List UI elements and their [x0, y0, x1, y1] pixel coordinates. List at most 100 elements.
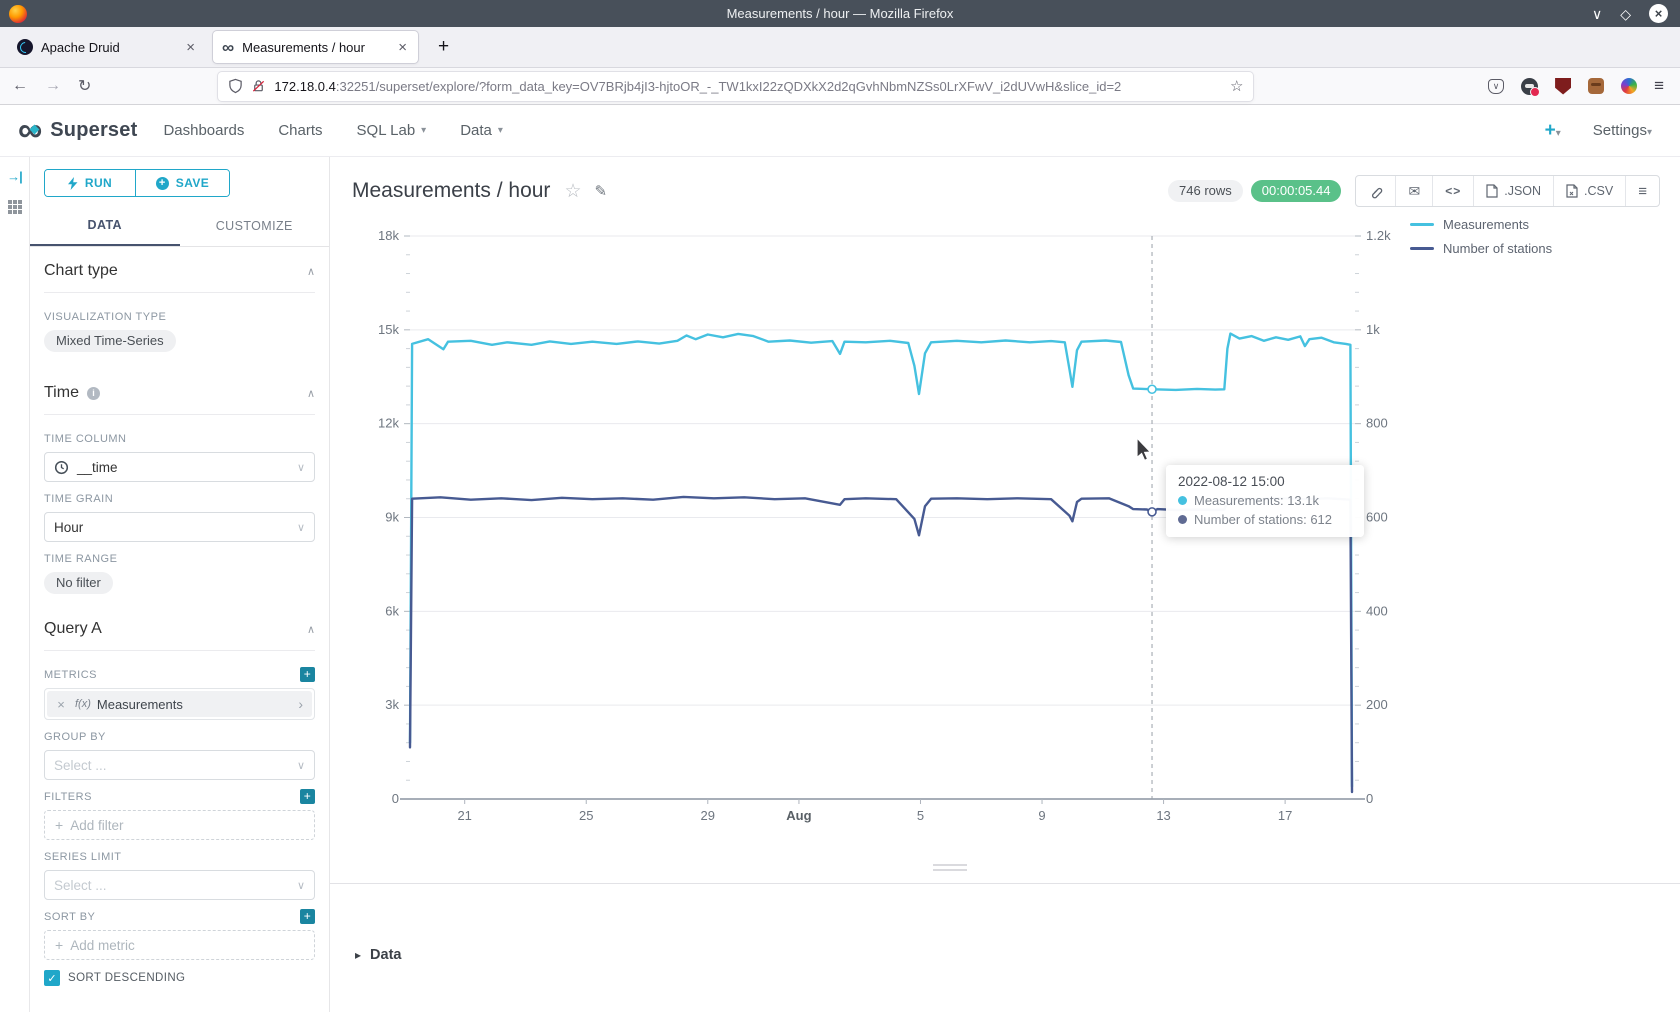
resize-drag-handle[interactable] — [933, 864, 967, 871]
copy-link-button[interactable] — [1356, 176, 1395, 206]
y-right-tick-label: 1.2k — [1366, 228, 1391, 243]
series-dot-icon — [1178, 515, 1187, 524]
chevron-down-icon: ∨ — [297, 879, 305, 892]
legend-item[interactable]: Number of stations — [1410, 241, 1552, 256]
x-tick-label: 17 — [1278, 808, 1292, 823]
run-button[interactable]: RUN — [45, 170, 136, 196]
legend-swatch-icon — [1410, 223, 1434, 226]
nav-dashboards[interactable]: Dashboards — [163, 122, 244, 139]
save-button[interactable]: + SAVE — [136, 170, 229, 196]
new-tab-button[interactable]: + — [432, 36, 455, 58]
chart-menu-button[interactable]: ≡ — [1625, 176, 1659, 206]
chart-tooltip: 2022-08-12 15:00 Measurements: 13.1kNumb… — [1166, 465, 1364, 537]
tab-customize[interactable]: CUSTOMIZE — [180, 205, 330, 246]
x-tick-label: 29 — [701, 808, 715, 823]
back-button[interactable]: ← — [12, 77, 28, 95]
time-column-select[interactable]: __time ∨ — [44, 452, 315, 482]
series-line-1 — [410, 497, 1352, 792]
group-by-select[interactable]: Select ... ∨ — [44, 750, 315, 780]
bolt-icon — [68, 177, 78, 190]
window-close-button[interactable]: × — [1649, 4, 1668, 23]
add-sort-metric-button[interactable]: + — [300, 909, 315, 924]
window-maximize-button[interactable]: ◇ — [1620, 7, 1631, 21]
add-metric-button[interactable]: + — [300, 667, 315, 682]
chart-legend: Measurements Number of stations — [1410, 217, 1552, 265]
caret-down-icon: ▾ — [421, 125, 426, 136]
nav-charts[interactable]: Charts — [278, 122, 322, 139]
time-grain-select[interactable]: Hour ∨ — [44, 512, 315, 542]
add-filter-dropzone[interactable]: + Add filter — [44, 810, 315, 840]
info-icon: i — [87, 387, 100, 400]
tab-data[interactable]: DATA — [30, 205, 180, 246]
metrics-label: METRICS — [44, 669, 97, 681]
tab-apache-druid[interactable]: Apache Druid × — [8, 31, 206, 63]
metrics-container: × f(x) Measurements › — [44, 688, 315, 720]
email-button[interactable]: ✉ — [1395, 176, 1432, 206]
y-right-tick-label: 0 — [1366, 791, 1373, 806]
export-button-group: ✉ <> .JSON .CSV — [1355, 175, 1660, 207]
crosshair-marker — [1148, 508, 1156, 516]
section-chart-type[interactable]: Chart type ∧ — [44, 262, 315, 293]
url-text[interactable]: 172.18.0.4:32251/superset/explore/?form_… — [274, 79, 1222, 94]
sort-descending-checkbox[interactable]: ✓ — [44, 970, 60, 986]
section-query-a[interactable]: Query A ∧ — [44, 620, 315, 651]
sort-descending-label: SORT DESCENDING — [68, 972, 185, 984]
visualization-type-value[interactable]: Mixed Time-Series — [44, 330, 176, 352]
time-range-value[interactable]: No filter — [44, 572, 113, 594]
caret-down-icon: ▾ — [1556, 128, 1561, 139]
x-tick-label: 21 — [457, 808, 471, 823]
export-csv-button[interactable]: .CSV — [1553, 176, 1625, 206]
remove-metric-icon[interactable]: × — [47, 697, 75, 712]
sort-by-dropzone[interactable]: + Add metric — [44, 930, 315, 960]
chevron-right-icon[interactable]: › — [298, 696, 303, 712]
extension-brown-icon[interactable] — [1588, 78, 1604, 94]
edit-title-icon[interactable]: ✎ — [594, 182, 607, 200]
tracking-protection-shield-icon[interactable] — [228, 78, 243, 94]
chart-area: Measurements / hour ☆ ✎ 746 rows 00:00:0… — [330, 157, 1680, 1012]
dataset-grid-icon[interactable] — [8, 200, 22, 214]
tab-measurements-hour[interactable]: ∞ Measurements / hour × — [213, 31, 418, 63]
add-filter-button[interactable]: + — [300, 789, 315, 804]
nav-sql-lab[interactable]: SQL Lab▾ — [357, 122, 427, 139]
plus-icon: + — [55, 937, 63, 953]
legend-item[interactable]: Measurements — [1410, 217, 1552, 232]
favorite-star-icon[interactable]: ☆ — [564, 180, 581, 203]
embed-code-button[interactable]: <> — [1432, 176, 1473, 206]
export-json-button[interactable]: .JSON — [1473, 176, 1553, 206]
series-dot-icon — [1178, 496, 1187, 505]
row-count-badge: 746 rows — [1168, 180, 1243, 202]
extension-pinwheel-icon[interactable] — [1621, 78, 1637, 94]
section-time[interactable]: Timei ∧ — [44, 384, 315, 415]
series-limit-select[interactable]: Select ... ∨ — [44, 870, 315, 900]
extension-adblock-icon[interactable] — [1555, 78, 1571, 95]
settings-menu[interactable]: Settings▾ — [1593, 122, 1652, 139]
metric-chip-measurements[interactable]: × f(x) Measurements › — [47, 691, 312, 717]
reload-button[interactable]: ↻ — [78, 76, 91, 96]
clock-icon — [54, 460, 69, 475]
nav-data[interactable]: Data▾ — [460, 122, 503, 139]
tab-title: Apache Druid — [41, 40, 176, 55]
tab-close-icon[interactable]: × — [184, 39, 197, 56]
time-range-label: TIME RANGE — [44, 551, 315, 566]
browser-menu-icon[interactable]: ≡ — [1654, 76, 1664, 96]
new-item-button[interactable]: +▾ — [1545, 120, 1561, 142]
window-minimize-button[interactable]: ∨ — [1592, 7, 1602, 21]
superset-brand[interactable]: Superset — [50, 119, 137, 142]
chart-title: Measurements / hour — [352, 179, 550, 203]
bookmark-star-icon[interactable]: ☆ — [1230, 77, 1243, 95]
chevron-up-icon: ∧ — [307, 265, 315, 278]
expand-datasource-panel-icon[interactable]: →| — [7, 169, 22, 184]
chevron-up-icon: ∧ — [307, 623, 315, 636]
tab-close-icon[interactable]: × — [396, 39, 409, 56]
link-icon — [1368, 184, 1383, 199]
query-timer-badge: 00:00:05.44 — [1251, 180, 1342, 202]
data-results-panel[interactable]: ▸ Data — [330, 883, 1680, 1012]
pocket-icon[interactable]: ∨ — [1488, 79, 1504, 94]
url-bar[interactable]: 172.18.0.4:32251/superset/explore/?form_… — [218, 72, 1253, 101]
insecure-lock-icon[interactable] — [251, 78, 266, 94]
mouse-cursor — [1136, 438, 1156, 464]
forward-button[interactable]: → — [45, 77, 61, 95]
group-by-label: GROUP BY — [44, 729, 315, 744]
extension-mask-icon[interactable] — [1521, 78, 1538, 95]
druid-favicon-icon — [17, 39, 33, 55]
